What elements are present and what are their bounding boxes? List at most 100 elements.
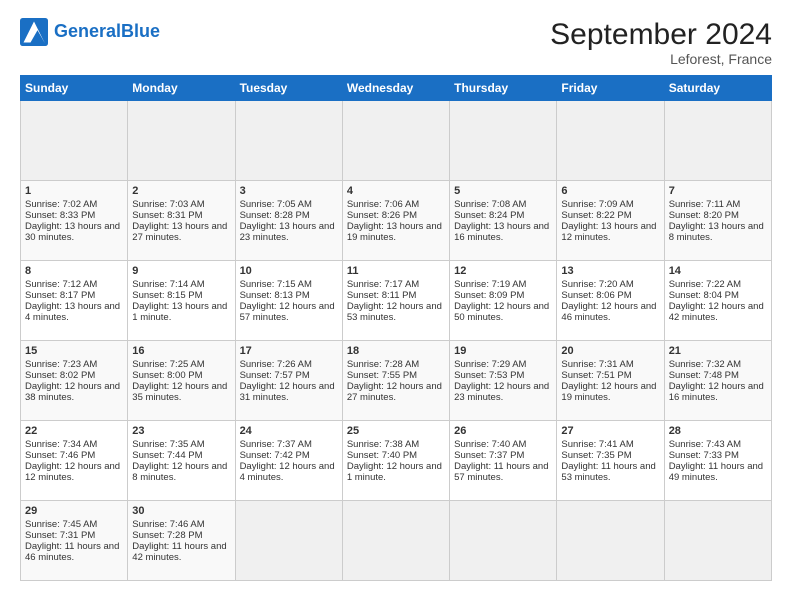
sunrise-label: Sunrise: 7:20 AM: [561, 279, 659, 290]
daylight-label: Daylight: 13 hours and 12 minutes.: [561, 221, 659, 243]
day-header-monday: Monday: [128, 76, 235, 101]
sunset-label: Sunset: 7:35 PM: [561, 450, 659, 461]
daylight-label: Daylight: 13 hours and 23 minutes.: [240, 221, 338, 243]
calendar-cell: 13 Sunrise: 7:20 AM Sunset: 8:06 PM Dayl…: [557, 261, 664, 341]
day-number: 23: [132, 425, 230, 437]
day-number: 10: [240, 265, 338, 277]
calendar-cell: 17 Sunrise: 7:26 AM Sunset: 7:57 PM Dayl…: [235, 341, 342, 421]
sunrise-label: Sunrise: 7:35 AM: [132, 439, 230, 450]
day-number: 25: [347, 425, 445, 437]
day-number: 6: [561, 185, 659, 197]
sunset-label: Sunset: 8:17 PM: [25, 290, 123, 301]
sunrise-label: Sunrise: 7:40 AM: [454, 439, 552, 450]
day-number: 1: [25, 185, 123, 197]
daylight-label: Daylight: 12 hours and 27 minutes.: [347, 381, 445, 403]
calendar-cell: 19 Sunrise: 7:29 AM Sunset: 7:53 PM Dayl…: [450, 341, 557, 421]
sunset-label: Sunset: 8:24 PM: [454, 210, 552, 221]
calendar-cell: 1 Sunrise: 7:02 AM Sunset: 8:33 PM Dayli…: [21, 181, 128, 261]
calendar-cell: 28 Sunrise: 7:43 AM Sunset: 7:33 PM Dayl…: [664, 421, 771, 501]
sunset-label: Sunset: 7:40 PM: [347, 450, 445, 461]
day-number: 14: [669, 265, 767, 277]
calendar-cell: [450, 501, 557, 581]
sunrise-label: Sunrise: 7:14 AM: [132, 279, 230, 290]
sunrise-label: Sunrise: 7:17 AM: [347, 279, 445, 290]
calendar-cell: 23 Sunrise: 7:35 AM Sunset: 7:44 PM Dayl…: [128, 421, 235, 501]
calendar-week-row: 1 Sunrise: 7:02 AM Sunset: 8:33 PM Dayli…: [21, 181, 772, 261]
daylight-label: Daylight: 13 hours and 30 minutes.: [25, 221, 123, 243]
calendar-cell: [664, 101, 771, 181]
daylight-label: Daylight: 11 hours and 42 minutes.: [132, 541, 230, 563]
calendar-cell: [664, 501, 771, 581]
sunset-label: Sunset: 7:55 PM: [347, 370, 445, 381]
calendar-cell: 18 Sunrise: 7:28 AM Sunset: 7:55 PM Dayl…: [342, 341, 449, 421]
calendar-cell: [557, 101, 664, 181]
sunset-label: Sunset: 7:28 PM: [132, 530, 230, 541]
sunrise-label: Sunrise: 7:19 AM: [454, 279, 552, 290]
day-number: 30: [132, 505, 230, 517]
calendar-cell: 25 Sunrise: 7:38 AM Sunset: 7:40 PM Dayl…: [342, 421, 449, 501]
calendar-cell: 9 Sunrise: 7:14 AM Sunset: 8:15 PM Dayli…: [128, 261, 235, 341]
day-number: 11: [347, 265, 445, 277]
calendar-week-row: 22 Sunrise: 7:34 AM Sunset: 7:46 PM Dayl…: [21, 421, 772, 501]
calendar-cell: 10 Sunrise: 7:15 AM Sunset: 8:13 PM Dayl…: [235, 261, 342, 341]
sunrise-label: Sunrise: 7:09 AM: [561, 199, 659, 210]
calendar-cell: [557, 501, 664, 581]
sunrise-label: Sunrise: 7:12 AM: [25, 279, 123, 290]
daylight-label: Daylight: 12 hours and 12 minutes.: [25, 461, 123, 483]
sunset-label: Sunset: 8:04 PM: [669, 290, 767, 301]
calendar-cell: [21, 101, 128, 181]
daylight-label: Daylight: 12 hours and 38 minutes.: [25, 381, 123, 403]
sunset-label: Sunset: 8:09 PM: [454, 290, 552, 301]
sunset-label: Sunset: 7:42 PM: [240, 450, 338, 461]
day-number: 3: [240, 185, 338, 197]
day-number: 9: [132, 265, 230, 277]
calendar-cell: 7 Sunrise: 7:11 AM Sunset: 8:20 PM Dayli…: [664, 181, 771, 261]
daylight-label: Daylight: 13 hours and 1 minute.: [132, 301, 230, 323]
calendar-cell: [450, 101, 557, 181]
daylight-label: Daylight: 12 hours and 8 minutes.: [132, 461, 230, 483]
calendar-title: September 2024: [550, 18, 772, 51]
day-number: 24: [240, 425, 338, 437]
sunset-label: Sunset: 8:13 PM: [240, 290, 338, 301]
calendar-cell: 12 Sunrise: 7:19 AM Sunset: 8:09 PM Dayl…: [450, 261, 557, 341]
sunset-label: Sunset: 7:57 PM: [240, 370, 338, 381]
day-number: 7: [669, 185, 767, 197]
daylight-label: Daylight: 12 hours and 53 minutes.: [347, 301, 445, 323]
sunset-label: Sunset: 7:33 PM: [669, 450, 767, 461]
calendar-cell: 11 Sunrise: 7:17 AM Sunset: 8:11 PM Dayl…: [342, 261, 449, 341]
daylight-label: Daylight: 13 hours and 27 minutes.: [132, 221, 230, 243]
calendar-cell: [342, 101, 449, 181]
calendar-cell: 29 Sunrise: 7:45 AM Sunset: 7:31 PM Dayl…: [21, 501, 128, 581]
sunrise-label: Sunrise: 7:05 AM: [240, 199, 338, 210]
day-number: 20: [561, 345, 659, 357]
sunset-label: Sunset: 7:53 PM: [454, 370, 552, 381]
sunset-label: Sunset: 8:06 PM: [561, 290, 659, 301]
calendar-cell: [235, 501, 342, 581]
day-number: 19: [454, 345, 552, 357]
calendar-cell: 21 Sunrise: 7:32 AM Sunset: 7:48 PM Dayl…: [664, 341, 771, 421]
day-number: 2: [132, 185, 230, 197]
day-header-tuesday: Tuesday: [235, 76, 342, 101]
calendar-cell: 6 Sunrise: 7:09 AM Sunset: 8:22 PM Dayli…: [557, 181, 664, 261]
calendar-cell: 14 Sunrise: 7:22 AM Sunset: 8:04 PM Dayl…: [664, 261, 771, 341]
sunset-label: Sunset: 8:31 PM: [132, 210, 230, 221]
daylight-label: Daylight: 12 hours and 16 minutes.: [669, 381, 767, 403]
daylight-label: Daylight: 12 hours and 46 minutes.: [561, 301, 659, 323]
calendar-header-row: SundayMondayTuesdayWednesdayThursdayFrid…: [21, 76, 772, 101]
sunset-label: Sunset: 7:44 PM: [132, 450, 230, 461]
calendar-cell: 26 Sunrise: 7:40 AM Sunset: 7:37 PM Dayl…: [450, 421, 557, 501]
header: GeneralBlue September 2024 Leforest, Fra…: [20, 18, 772, 67]
sunset-label: Sunset: 8:02 PM: [25, 370, 123, 381]
day-number: 13: [561, 265, 659, 277]
sunrise-label: Sunrise: 7:23 AM: [25, 359, 123, 370]
calendar-cell: 15 Sunrise: 7:23 AM Sunset: 8:02 PM Dayl…: [21, 341, 128, 421]
sunset-label: Sunset: 8:00 PM: [132, 370, 230, 381]
sunrise-label: Sunrise: 7:41 AM: [561, 439, 659, 450]
sunset-label: Sunset: 7:46 PM: [25, 450, 123, 461]
daylight-label: Daylight: 13 hours and 16 minutes.: [454, 221, 552, 243]
day-number: 27: [561, 425, 659, 437]
daylight-label: Daylight: 12 hours and 42 minutes.: [669, 301, 767, 323]
sunrise-label: Sunrise: 7:06 AM: [347, 199, 445, 210]
sunset-label: Sunset: 8:26 PM: [347, 210, 445, 221]
sunset-label: Sunset: 8:11 PM: [347, 290, 445, 301]
